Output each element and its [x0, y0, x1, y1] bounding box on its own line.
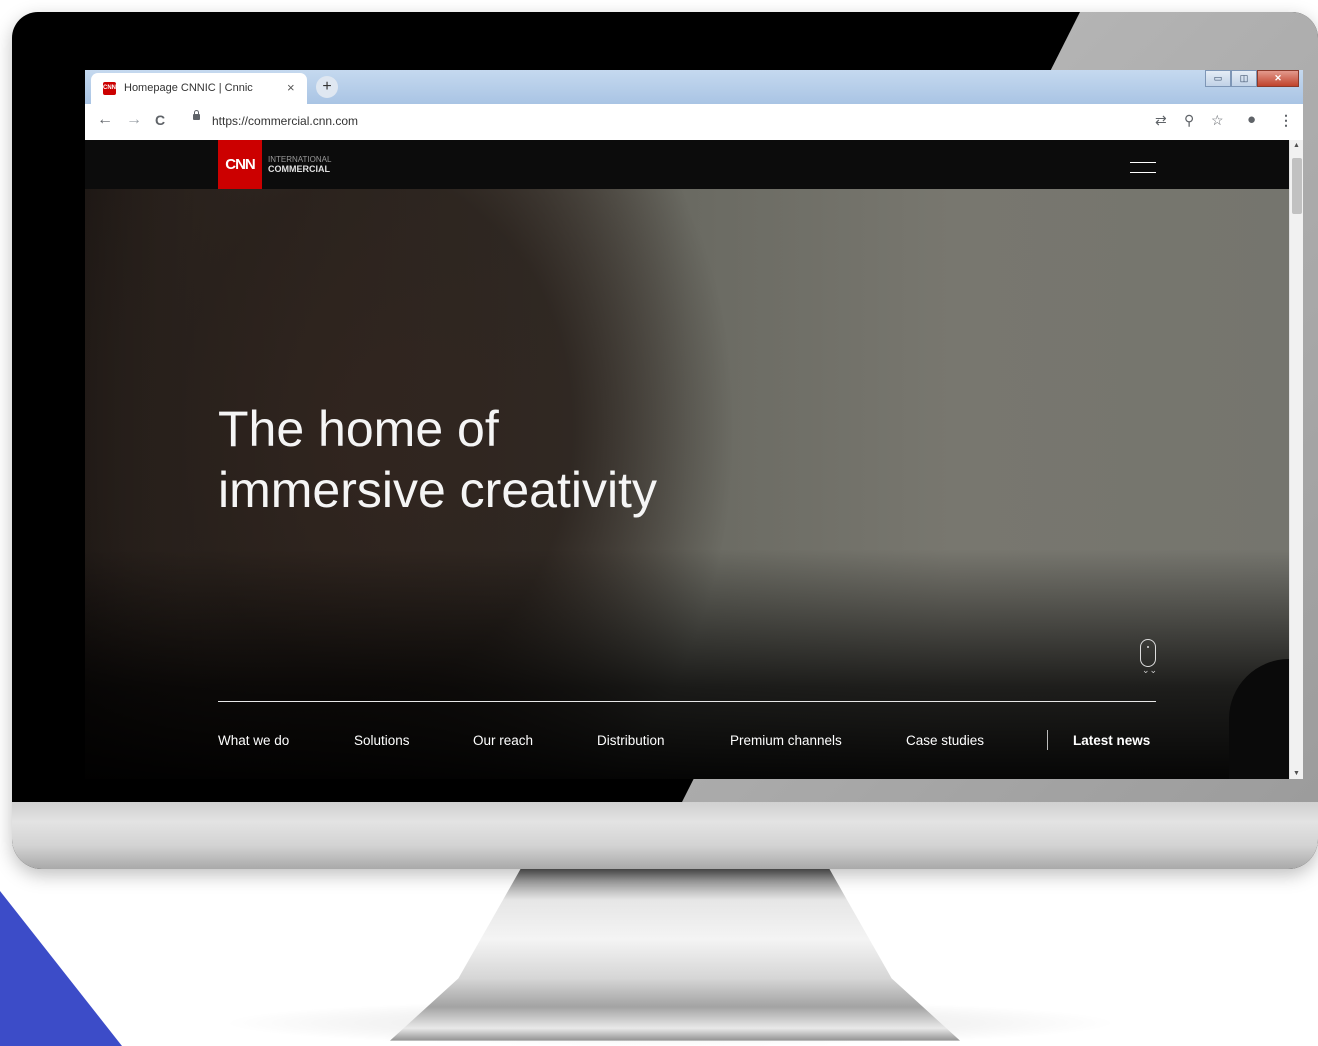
browser-window: CNN Homepage CNNIC | Cnnic × + ▭ ◫ ✕ ← →…	[85, 70, 1303, 779]
zoom-icon[interactable]: ⚲	[1184, 112, 1194, 129]
forward-icon[interactable]: →	[126, 111, 142, 129]
nav-premium-channels[interactable]: Premium channels	[730, 733, 842, 748]
url-field[interactable]: https://commercial.cnn.com	[212, 114, 358, 128]
nav-our-reach[interactable]: Our reach	[473, 733, 533, 748]
hero-divider	[218, 701, 1156, 702]
browser-tab[interactable]: CNN Homepage CNNIC | Cnnic ×	[91, 73, 307, 104]
close-window-button[interactable]: ✕	[1257, 70, 1299, 87]
web-page: The home of immersive creativity ⌄⌄ What…	[85, 140, 1289, 779]
account-icon[interactable]: ●	[1247, 111, 1256, 128]
tab-title: Homepage CNNIC | Cnnic	[124, 82, 253, 94]
cnn-logo[interactable]: CNN	[218, 140, 262, 189]
back-icon[interactable]: ←	[97, 111, 113, 129]
tab-close-icon[interactable]: ×	[287, 80, 295, 95]
scroll-mouse-icon[interactable]	[1140, 639, 1156, 667]
translate-icon[interactable]: ⇄	[1155, 112, 1167, 129]
scroll-down-arrow-icon[interactable]: ▼	[1293, 770, 1300, 777]
monitor-frame: CNN Homepage CNNIC | Cnnic × + ▭ ◫ ✕ ← →…	[12, 12, 1318, 869]
reload-icon[interactable]: C	[155, 112, 165, 128]
bookmark-star-icon[interactable]: ☆	[1211, 112, 1224, 129]
scroll-up-arrow-icon[interactable]: ▲	[1293, 142, 1300, 149]
monitor-chin	[12, 802, 1318, 869]
nav-latest-news[interactable]: Latest news	[1073, 733, 1150, 748]
hamburger-menu-icon[interactable]	[1130, 162, 1156, 174]
site-header: CNN INTERNATIONAL COMMERCIAL	[85, 140, 1289, 189]
hero-section: The home of immersive creativity ⌄⌄ What…	[85, 189, 1289, 779]
nav-separator	[1047, 730, 1048, 750]
new-tab-button[interactable]: +	[316, 76, 338, 98]
address-bar-row: ← → C https://commercial.cnn.com ⇄ ⚲ ☆ ●…	[85, 104, 1303, 141]
lock-icon[interactable]	[193, 110, 200, 120]
brand-international: INTERNATIONAL	[268, 155, 332, 164]
hero-nav: What we do Solutions Our reach Distribut…	[218, 730, 1156, 753]
title-bar: CNN Homepage CNNIC | Cnnic × + ▭ ◫ ✕	[85, 70, 1303, 104]
page-scrollbar[interactable]: ▲ ▼	[1289, 140, 1303, 779]
nav-what-we-do[interactable]: What we do	[218, 733, 289, 748]
window-controls: ▭ ◫ ✕	[1205, 70, 1299, 87]
nav-solutions[interactable]: Solutions	[354, 733, 410, 748]
maximize-button[interactable]: ◫	[1231, 70, 1257, 87]
nav-distribution[interactable]: Distribution	[597, 733, 665, 748]
hero-headline-line-2: immersive creativity	[218, 462, 657, 518]
menu-line-icon	[1130, 162, 1156, 163]
monitor-stand	[390, 868, 960, 1041]
hero-headline-line-1: The home of	[218, 401, 499, 457]
corner-accent-triangle	[0, 891, 122, 1046]
scrollbar-thumb[interactable]	[1292, 158, 1302, 214]
browser-menu-icon[interactable]: ⋮	[1279, 112, 1293, 129]
nav-case-studies[interactable]: Case studies	[906, 733, 984, 748]
hero-headline: The home of immersive creativity	[218, 399, 818, 521]
scroll-chevron-icon: ⌄⌄	[1142, 665, 1158, 675]
brand-commercial: COMMERCIAL	[268, 164, 330, 174]
cnn-favicon-icon: CNN	[103, 82, 116, 95]
minimize-button[interactable]: ▭	[1205, 70, 1231, 87]
menu-line-icon	[1130, 172, 1156, 173]
